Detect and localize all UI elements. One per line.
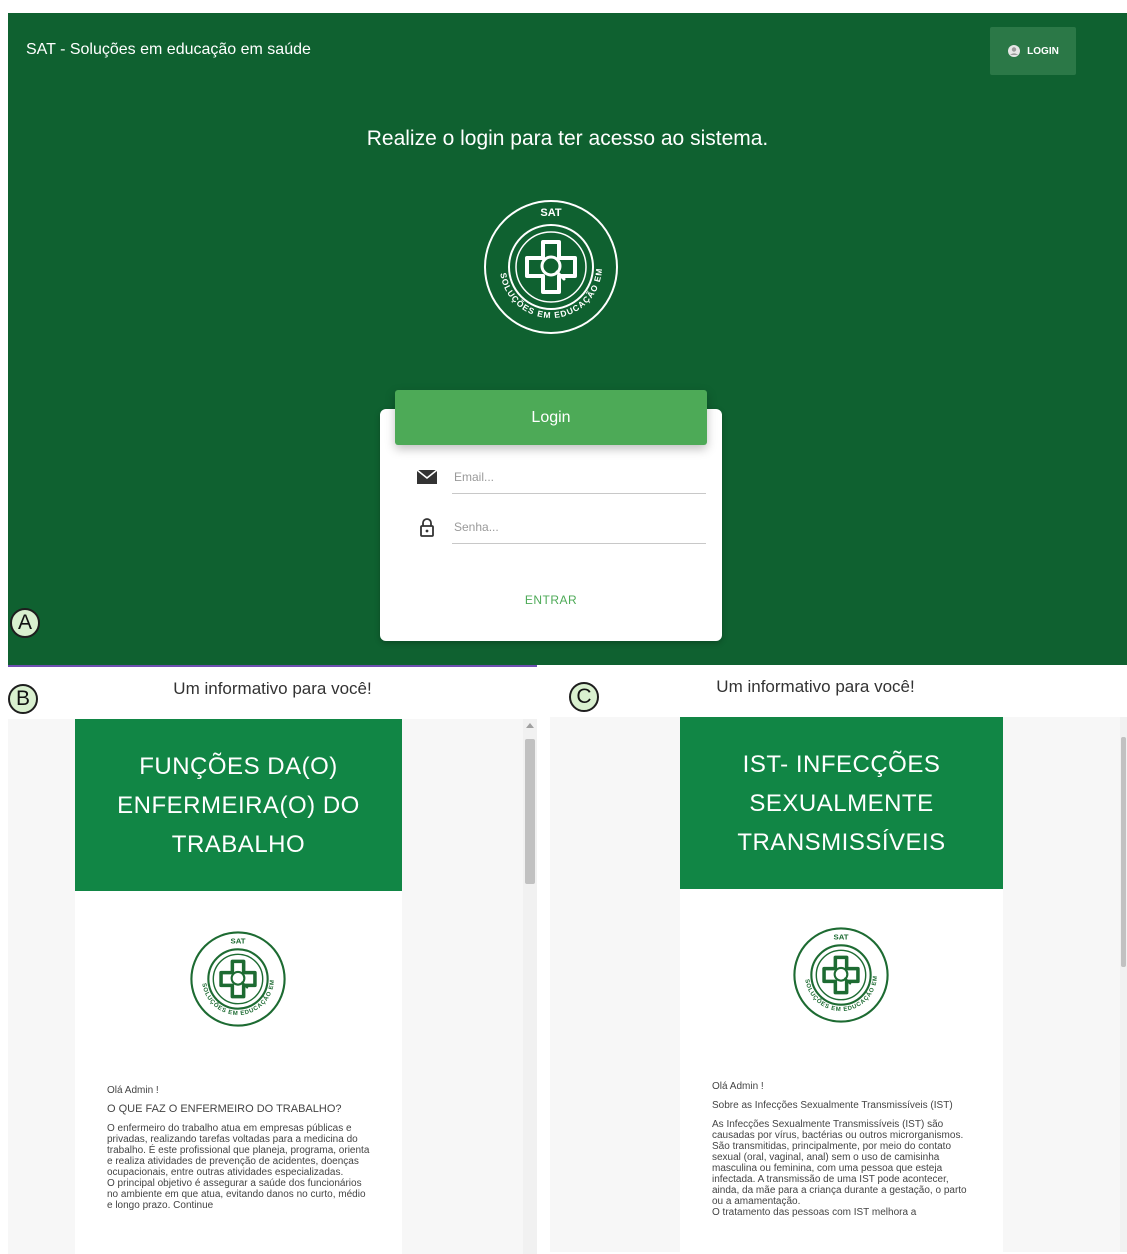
informative-title: Um informativo para você! [716,677,915,696]
article-paragraph: O principal objetivo é assegurar a saúde… [107,1178,366,1211]
envelope-icon [416,469,438,484]
logo-top-text: SAT [540,207,561,219]
login-headline: Realize o login para ter acesso ao siste… [366,127,769,150]
login-card-header: Login [395,390,707,445]
scrollbar-thumb[interactable] [1121,737,1126,967]
panel-label-a: A [10,608,40,638]
banner-line: FUNÇÕES DA(O) [139,752,338,780]
panel-label-c: C [569,682,599,712]
article-banner: FUNÇÕES DA(O) ENFERMEIRA(O) DO TRABALHO [75,719,402,891]
article-banner: IST- INFECÇÕES SEXUALMENTE TRANSMISSÍVEI… [680,717,1003,889]
greeting: Olá Admin ! [107,1085,159,1096]
banner-line: IST- INFECÇÕES [742,750,941,778]
sat-logo-small: SAT SOLUÇÕES EM EDUCAÇÃO EM SAÚDE [190,931,286,1027]
informative-panel-c: Um informativo para você! IST- INFECÇÕES… [550,665,1127,1252]
article-paragraph: As Infecções Sexualmente Transmissíveis … [712,1119,967,1207]
password-row [412,511,706,547]
top-login-label: LOGIN [1027,45,1059,57]
article-card: FUNÇÕES DA(O) ENFERMEIRA(O) DO TRABALHO … [75,719,402,1254]
user-icon [1008,45,1021,57]
scrollbar[interactable] [523,719,537,1254]
banner-line: TRANSMISSÍVEIS [737,828,946,856]
sat-logo-small: SAT SOLUÇÕES EM EDUCAÇÃO EM SAÚDE [793,927,889,1023]
sat-logo: SAT SOLUÇÕES EM EDUCAÇÃO EM SAÚDE [483,199,618,334]
top-login-button[interactable]: LOGIN [990,27,1076,75]
scroll-up-arrow-icon[interactable] [526,723,534,728]
article-body: Olá Admin ! O QUE FAZ O ENFERMEIRO DO TR… [107,1085,372,1219]
informative-panel-b: Um informativo para você! FUNÇÕES DA(O) … [8,665,537,1254]
article-paragraph: O enfermeiro do trabalho atua em empresa… [107,1123,370,1178]
banner-line: SEXUALMENTE [749,789,934,817]
entrar-button[interactable]: ENTRAR [380,593,722,607]
email-row [412,461,706,497]
app-title: SAT - Soluções em educação em saúde [26,41,311,58]
article-paragraph: O tratamento das pessoas com IST melhora… [712,1207,917,1218]
lock-icon [420,518,434,537]
banner-line: TRABALHO [171,830,306,858]
informative-title: Um informativo para você! [173,679,372,698]
password-input[interactable] [452,511,706,544]
scrollbar-thumb[interactable] [525,739,535,884]
article-question: O QUE FAZ O ENFERMEIRO DO TRABALHO? [107,1103,342,1115]
article-body: Olá Admin ! Sobre as Infecções Sexualmen… [712,1081,973,1226]
logo-top-text: SAT [231,937,246,946]
banner-line: ENFERMEIRA(O) DO [117,791,360,819]
article-subtitle: Sobre as Infecções Sexualmente Transmiss… [712,1100,953,1111]
email-input[interactable] [452,461,706,494]
panel-label-b: B [8,684,38,714]
scrollbar[interactable] [1120,717,1127,1252]
article-card: IST- INFECÇÕES SEXUALMENTE TRANSMISSÍVEI… [680,717,1003,1252]
logo-top-text: SAT [834,933,849,942]
greeting: Olá Admin ! [712,1081,764,1092]
